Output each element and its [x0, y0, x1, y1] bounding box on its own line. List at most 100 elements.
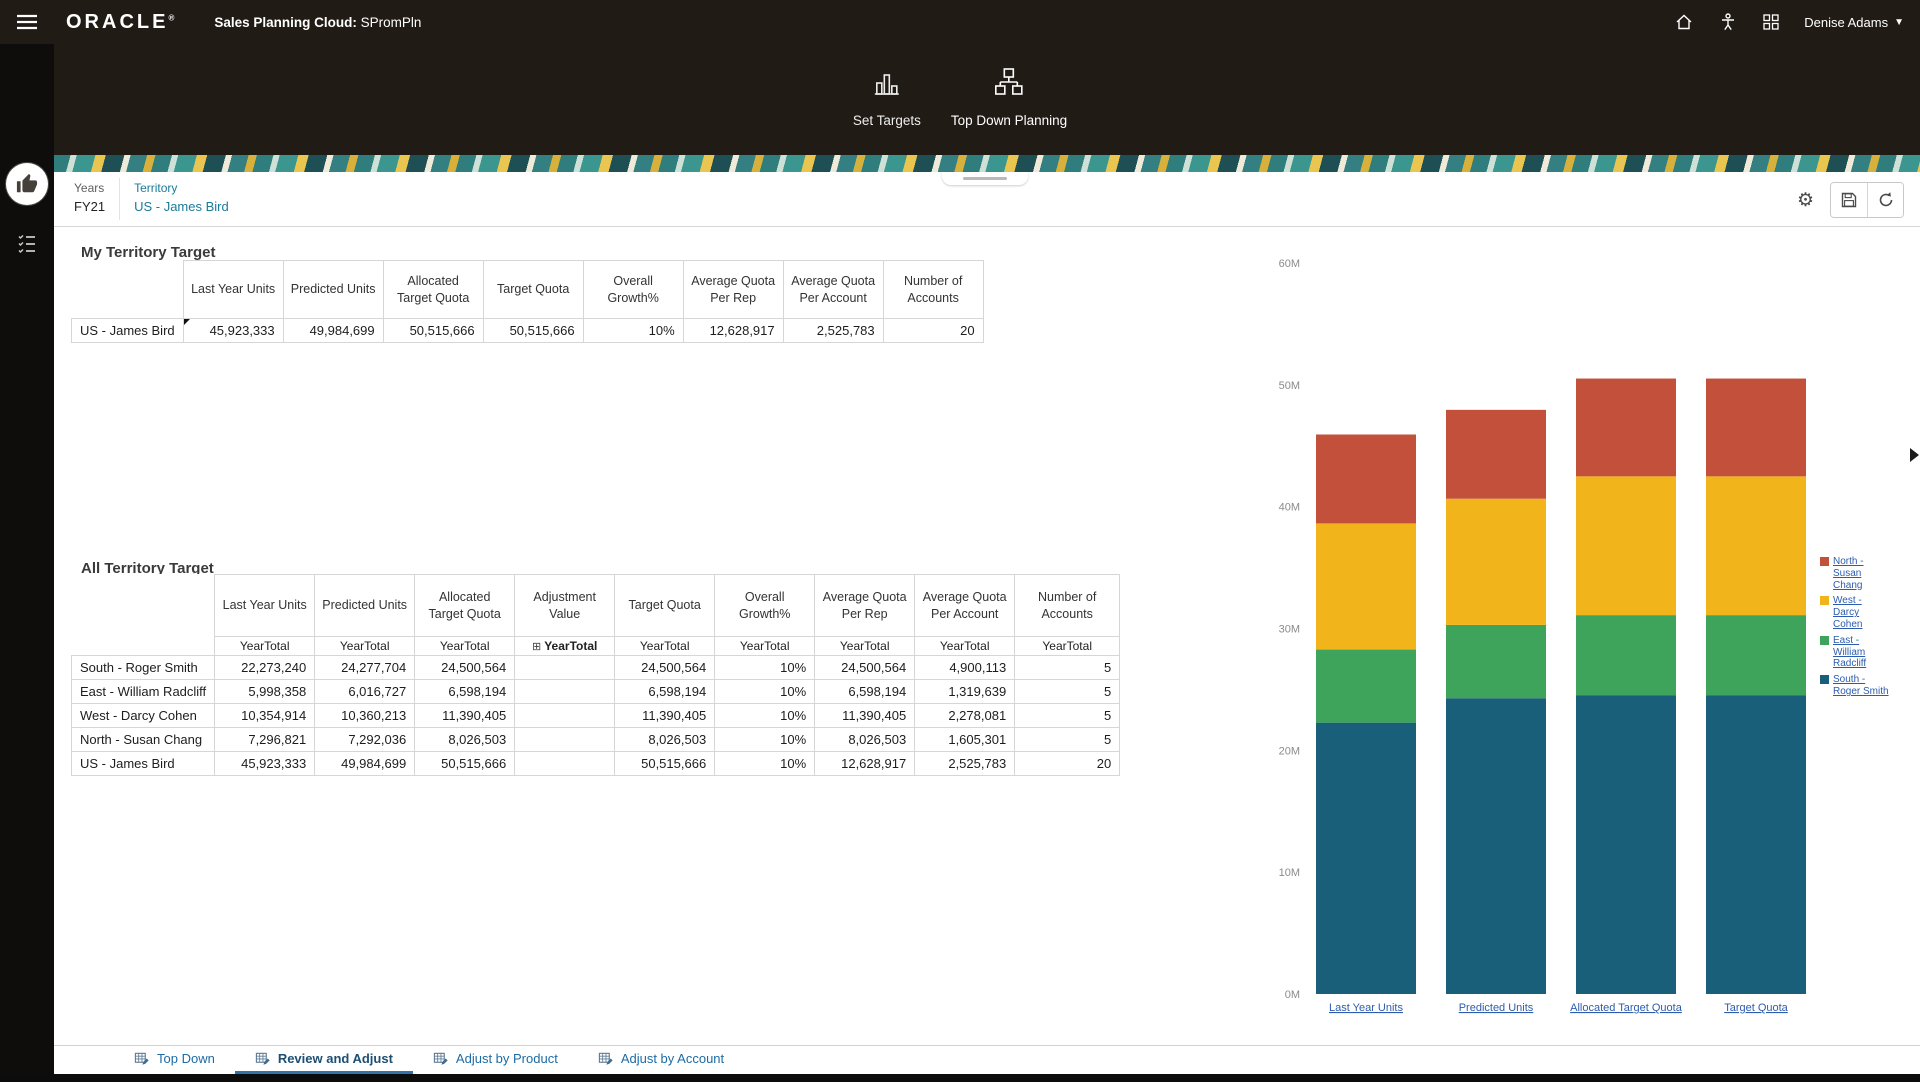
category-label[interactable]: Predicted Units	[1459, 1002, 1534, 1014]
legend-item[interactable]: North - Susan Chang	[1820, 556, 1890, 591]
collapse-handle[interactable]	[942, 172, 1028, 185]
grid-cell[interactable]: 5	[1015, 728, 1120, 752]
nav-set-targets[interactable]: Set Targets	[853, 66, 921, 128]
subheader-yeartotal[interactable]: YearTotal	[715, 637, 815, 656]
bar-segment[interactable]	[1576, 476, 1676, 615]
column-header[interactable]: Average Quota Per Rep	[683, 261, 783, 319]
hamburger-menu-icon[interactable]	[0, 14, 54, 30]
column-header[interactable]: Overall Growth%	[715, 575, 815, 637]
tab-review-and-adjust[interactable]: Review and Adjust	[235, 1046, 413, 1074]
grid-cell[interactable]: 24,500,564	[615, 656, 715, 680]
grid-cell[interactable]: 4,900,113	[915, 656, 1015, 680]
grid-cell[interactable]: 7,292,036	[315, 728, 415, 752]
grid-cell[interactable]: 5	[1015, 704, 1120, 728]
subheader-yeartotal[interactable]: YearTotal	[615, 637, 715, 656]
pov-territory[interactable]: Territory US - James Bird	[134, 172, 243, 226]
grid-cell[interactable]: 24,277,704	[315, 656, 415, 680]
bar-segment[interactable]	[1446, 625, 1546, 698]
column-header[interactable]: Last Year Units	[183, 261, 283, 319]
grid-cell[interactable]: 8,026,503	[615, 728, 715, 752]
row-header[interactable]: West - Darcy Cohen	[72, 704, 215, 728]
grid-cell[interactable]: 10%	[715, 704, 815, 728]
grid-cell[interactable]	[515, 752, 615, 776]
bar-segment[interactable]	[1706, 615, 1806, 695]
row-header[interactable]: US - James Bird	[72, 319, 184, 343]
grid-cell[interactable]: 10%	[715, 656, 815, 680]
grid-cell[interactable]: 1,605,301	[915, 728, 1015, 752]
home-icon[interactable]	[1674, 12, 1694, 32]
subheader-yeartotal[interactable]: YearTotal	[815, 637, 915, 656]
grid-cell[interactable]: 6,016,727	[315, 680, 415, 704]
grid-cell[interactable]: 45,923,333	[215, 752, 315, 776]
grid-cell[interactable]: 5,998,358	[215, 680, 315, 704]
subheader-yeartotal[interactable]: ⊞YearTotal	[515, 637, 615, 656]
grid-cell[interactable]	[515, 728, 615, 752]
bar-segment[interactable]	[1576, 615, 1676, 695]
grid-cell[interactable]: 50,515,666	[383, 319, 483, 343]
grid-cell[interactable]: 10%	[715, 680, 815, 704]
subheader-yeartotal[interactable]: YearTotal	[1015, 637, 1120, 656]
refresh-button[interactable]	[1867, 183, 1903, 217]
grid-cell[interactable]: 11,390,405	[615, 704, 715, 728]
pov-years[interactable]: Years FY21	[74, 172, 119, 226]
bar-segment[interactable]	[1316, 650, 1416, 723]
bar-segment[interactable]	[1316, 435, 1416, 524]
bar-segment[interactable]	[1446, 499, 1546, 625]
bar-segment[interactable]	[1576, 696, 1676, 994]
column-header[interactable]: Target Quota	[483, 261, 583, 319]
subheader-yeartotal[interactable]: YearTotal	[915, 637, 1015, 656]
row-header[interactable]: East - William Radcliff	[72, 680, 215, 704]
grid-cell[interactable]: 49,984,699	[283, 319, 383, 343]
grid-cell[interactable]: 6,598,194	[615, 680, 715, 704]
task-list-button[interactable]	[16, 232, 38, 259]
grid-cell[interactable]: 5	[1015, 680, 1120, 704]
grid-cell[interactable]: 10,354,914	[215, 704, 315, 728]
grid-cell[interactable]: 8,026,503	[815, 728, 915, 752]
nav-top-down-planning[interactable]: Top Down Planning	[951, 66, 1067, 128]
grid-cell[interactable]: 11,390,405	[415, 704, 515, 728]
grid-cell[interactable]	[515, 680, 615, 704]
column-header[interactable]: Last Year Units	[215, 575, 315, 637]
column-header[interactable]: Average Quota Per Account	[915, 575, 1015, 637]
grid-cell[interactable]: 12,628,917	[815, 752, 915, 776]
column-header[interactable]: Average Quota Per Rep	[815, 575, 915, 637]
column-header[interactable]: Predicted Units	[315, 575, 415, 637]
bar-segment[interactable]	[1446, 410, 1546, 499]
grid-cell[interactable]: 12,628,917	[683, 319, 783, 343]
user-menu[interactable]: Denise Adams ▼	[1804, 15, 1904, 30]
subheader-yeartotal[interactable]: YearTotal	[315, 637, 415, 656]
row-header[interactable]: US - James Bird	[72, 752, 215, 776]
grid-cell[interactable]: 50,515,666	[483, 319, 583, 343]
grid-cell[interactable]: 5	[1015, 656, 1120, 680]
save-button[interactable]	[1831, 183, 1867, 217]
grid-cell[interactable]: 10%	[583, 319, 683, 343]
grid-cell[interactable]: 22,273,240	[215, 656, 315, 680]
grid-cell[interactable]: 2,278,081	[915, 704, 1015, 728]
grid-cell[interactable]: 11,390,405	[815, 704, 915, 728]
legend-item[interactable]: West - Darcy Cohen	[1820, 595, 1890, 630]
grid-cell[interactable]	[515, 656, 615, 680]
grid-cell[interactable]: 10,360,213	[315, 704, 415, 728]
quick-action-button[interactable]	[6, 163, 48, 205]
grid-cell[interactable]: 20	[1015, 752, 1120, 776]
grid-cell[interactable]: 45,923,333	[183, 319, 283, 343]
bar-segment[interactable]	[1446, 698, 1546, 994]
subheader-yeartotal[interactable]: YearTotal	[415, 637, 515, 656]
bar-segment[interactable]	[1316, 723, 1416, 994]
grid-cell[interactable]: 50,515,666	[415, 752, 515, 776]
column-header[interactable]: Average Quota Per Account	[783, 261, 883, 319]
tab-adjust-by-account[interactable]: Adjust by Account	[578, 1046, 744, 1074]
pov-years-value[interactable]: FY21	[74, 199, 105, 214]
category-label[interactable]: Allocated Target Quota	[1570, 1002, 1683, 1014]
bar-segment[interactable]	[1706, 379, 1806, 477]
tab-top-down[interactable]: Top Down	[114, 1046, 235, 1074]
legend-item[interactable]: East - William Radcliff	[1820, 635, 1890, 670]
bar-segment[interactable]	[1706, 696, 1806, 994]
column-header[interactable]: Predicted Units	[283, 261, 383, 319]
grid-cell[interactable]: 24,500,564	[815, 656, 915, 680]
category-label[interactable]: Last Year Units	[1329, 1002, 1403, 1014]
grid-cell[interactable]: 6,598,194	[815, 680, 915, 704]
subheader-yeartotal[interactable]: YearTotal	[215, 637, 315, 656]
navigator-grid-icon[interactable]	[1762, 13, 1780, 31]
grid-cell[interactable]: 1,319,639	[915, 680, 1015, 704]
